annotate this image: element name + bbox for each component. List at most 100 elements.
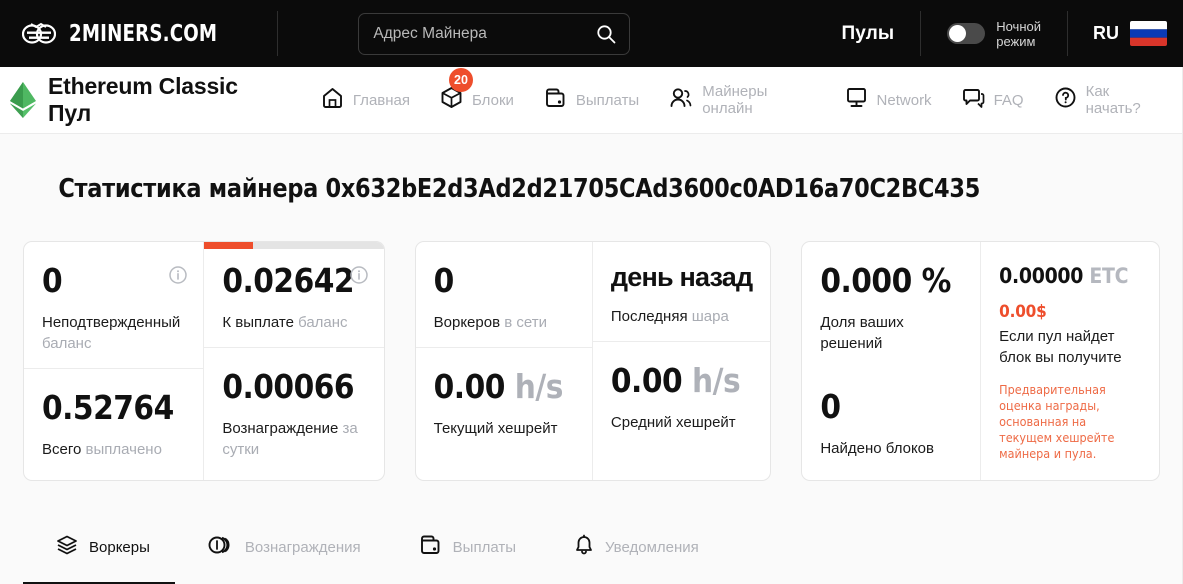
coin-nav-bar: Ethereum Classic Пул Главная Блоки 20 Вы… bbox=[0, 67, 1183, 134]
caption-muted: выплачено bbox=[85, 441, 162, 458]
estimate-desc-line1: Если пул найдет bbox=[999, 328, 1115, 345]
caption-strong: Всего bbox=[42, 441, 82, 458]
caption-strong: Воркеров bbox=[433, 314, 501, 331]
estimate-amount: 0.00000 bbox=[999, 264, 1084, 288]
bell-icon bbox=[574, 534, 594, 561]
stat-average-hashrate: 0.00 h/s Средний хешрейт bbox=[592, 341, 771, 447]
caption-muted: шара bbox=[691, 308, 729, 325]
stat-caption: Найдено блоков bbox=[820, 438, 962, 459]
top-bar: 2MINERS.COM Пулы Ночной режим bbox=[0, 0, 1183, 67]
section-tabs: Воркеры Вознаграждения Выплаты Уведомлен… bbox=[18, 523, 1165, 584]
layers-icon bbox=[56, 534, 78, 561]
info-circle-icon[interactable] bbox=[169, 266, 188, 289]
caption-strong-2: решений bbox=[820, 335, 883, 352]
tab-payouts[interactable]: Выплаты bbox=[419, 523, 516, 584]
nav-label: Главная bbox=[352, 91, 410, 109]
tab-rewards[interactable]: Вознаграждения bbox=[208, 524, 361, 584]
users-icon bbox=[669, 86, 693, 114]
nav-label: Network bbox=[876, 91, 932, 109]
stat-value: 0 bbox=[820, 387, 841, 426]
hashrate-number: 0.00 bbox=[433, 367, 506, 406]
payout-progress-fill bbox=[204, 242, 253, 249]
caption-muted: в сети bbox=[504, 314, 547, 331]
night-mode-label-line1: Ночной bbox=[996, 18, 1041, 34]
coin-brand[interactable]: Ethereum Classic Пул bbox=[10, 73, 283, 127]
stat-caption: Неподтвержденный баланс bbox=[42, 312, 185, 354]
night-mode-label: Ночной режим bbox=[996, 19, 1041, 49]
tab-label: Уведомления bbox=[604, 539, 699, 556]
nav-item-blocks[interactable]: Блоки 20 bbox=[438, 68, 516, 118]
night-mode-control[interactable]: Ночной режим bbox=[947, 19, 1041, 49]
search-container bbox=[358, 12, 631, 55]
ethereum-classic-diamond-icon bbox=[10, 82, 36, 118]
divider bbox=[277, 11, 279, 56]
topbar-right: Пулы Ночной режим RU bbox=[842, 11, 1167, 56]
main-content: Статистика майнера 0x632bE2d3Ad2d21705CA… bbox=[0, 134, 1183, 584]
night-mode-toggle[interactable] bbox=[947, 23, 986, 44]
miner-goggles-icon bbox=[22, 21, 56, 47]
stat-block-estimate: 0.00000 ETC 0.00$ Если пул найдет блок в… bbox=[981, 242, 1159, 480]
estimate-amount-row: 0.00000 ETC bbox=[999, 264, 1141, 288]
stat-value: 0 bbox=[42, 261, 63, 300]
stat-caption: Текущий хешрейт bbox=[434, 418, 574, 439]
blocks-badge: 20 bbox=[449, 68, 473, 92]
monitor-icon bbox=[845, 86, 868, 114]
tab-label: Вознаграждения bbox=[244, 539, 361, 556]
caption-strong: Доля ваших bbox=[820, 314, 904, 331]
stat-value: день назад bbox=[610, 262, 753, 292]
tab-notifications[interactable]: Уведомления bbox=[574, 524, 699, 584]
estimate-unit: ETC bbox=[1089, 264, 1129, 288]
stat-value: 0.00066 bbox=[222, 367, 355, 406]
caption-muted: баланс bbox=[42, 335, 92, 352]
nav-item-miners-online[interactable]: Майнеры онлайн bbox=[667, 79, 816, 121]
shares-card-column-left: 0.000 % Доля ваших решений 0 Найдено бло… bbox=[802, 242, 980, 480]
nav-item-network[interactable]: Network bbox=[843, 82, 934, 118]
brand[interactable]: 2MINERS.COM bbox=[22, 21, 237, 47]
estimate-note: Предварительная оценка награды, основанн… bbox=[999, 382, 1115, 461]
nav-item-faq[interactable]: FAQ bbox=[960, 82, 1026, 118]
stat-total-paid: 0.52764 Всего выплачено bbox=[24, 368, 204, 474]
stat-caption: Вознаграждение за сутки bbox=[222, 418, 365, 460]
estimate-desc-line2: блок вы получите bbox=[999, 349, 1122, 366]
stat-value: 0.02642 bbox=[222, 261, 355, 300]
stat-reward-24h: 0.00066 Вознаграждение за сутки bbox=[204, 347, 384, 474]
page-title: Статистика майнера 0x632bE2d3Ad2d21705CA… bbox=[58, 174, 981, 204]
info-circle-icon[interactable] bbox=[349, 266, 368, 289]
question-circle-icon bbox=[1054, 86, 1077, 114]
nav-item-how-to-start[interactable]: Как начать? bbox=[1052, 79, 1165, 121]
language-code: RU bbox=[1093, 23, 1119, 43]
balance-card-column-right: 0.02642 К выплате баланс 0.00066 Вознагр… bbox=[203, 242, 384, 480]
nav-label: Выплаты bbox=[575, 91, 640, 109]
shares-card: 0.000 % Доля ваших решений 0 Найдено бло… bbox=[801, 241, 1160, 481]
nav-item-home[interactable]: Главная bbox=[319, 82, 412, 118]
workers-card-column-left: 0 Воркеров в сети 0.00 h/s Текущий хешре… bbox=[415, 242, 592, 480]
stat-caption: К выплате баланс bbox=[222, 312, 365, 333]
caption-strong: К выплате bbox=[222, 314, 294, 331]
language-selector[interactable]: RU bbox=[1093, 21, 1167, 46]
stat-last-share: день назад Последняя шара bbox=[593, 242, 770, 341]
stat-value: 0.000 % bbox=[820, 261, 951, 300]
night-mode-label-line2: режим bbox=[996, 33, 1036, 49]
divider bbox=[920, 11, 922, 56]
stat-payout-balance: 0.02642 К выплате баланс bbox=[204, 242, 384, 347]
stat-current-hashrate: 0.00 h/s Текущий хешрейт bbox=[415, 347, 592, 453]
chat-icon bbox=[962, 86, 985, 114]
stat-value: 0 bbox=[433, 261, 455, 300]
pools-link[interactable]: Пулы bbox=[842, 23, 895, 45]
tab-label: Воркеры bbox=[89, 539, 150, 556]
search-input[interactable] bbox=[358, 12, 631, 55]
tab-workers[interactable]: Воркеры bbox=[23, 524, 175, 584]
stat-round-share: 0.000 % Доля ваших решений bbox=[802, 242, 980, 368]
nav-label: Майнеры онлайн bbox=[702, 83, 768, 117]
caption-strong: Текущий хешрейт bbox=[433, 420, 558, 437]
stat-value: 0.52764 bbox=[42, 388, 174, 427]
stat-blocks-found: 0 Найдено блоков bbox=[802, 368, 980, 473]
nav-item-payouts[interactable]: Выплаты bbox=[542, 82, 641, 118]
caption-strong: Неподтвержденный bbox=[42, 314, 181, 331]
hashrate-unit: h/s bbox=[692, 361, 741, 400]
workers-card-column-right: день назад Последняя шара 0.00 h/s Средн… bbox=[591, 242, 771, 480]
stat-caption: Средний хешрейт bbox=[611, 412, 752, 433]
stat-unconfirmed-balance: 0 Неподтвержденный баланс bbox=[24, 242, 203, 368]
nav-label: Как начать? bbox=[1085, 83, 1141, 117]
shares-card-column-right: 0.00000 ETC 0.00$ Если пул найдет блок в… bbox=[980, 242, 1159, 480]
